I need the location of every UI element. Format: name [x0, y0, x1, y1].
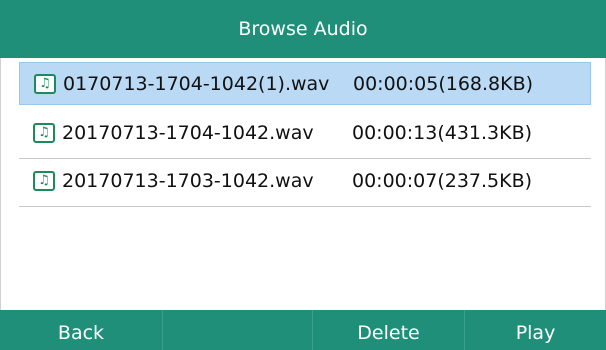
- file-info: 00:00:13(431.3KB): [352, 121, 533, 144]
- music-file-icon: ♫: [33, 170, 55, 191]
- file-info: 00:00:07(237.5KB): [352, 169, 533, 192]
- file-name: 0170713-1704-1042(1).wav: [63, 72, 330, 95]
- empty-softkey[interactable]: [163, 310, 313, 350]
- audio-file-list: ♫ 0170713-1704-1042(1).wav 00:00:05(168.…: [0, 58, 606, 310]
- audio-file-item[interactable]: ♫ 20170713-1703-1042.wav 00:00:07(237.5K…: [19, 159, 591, 207]
- phone-screen: Browse Audio ♫ 0170713-1704-1042(1).wav …: [0, 0, 606, 350]
- music-file-icon: ♫: [34, 73, 56, 94]
- file-info: 00:00:05(168.8KB): [353, 72, 534, 95]
- audio-file-item[interactable]: ♫ 0170713-1704-1042(1).wav 00:00:05(168.…: [19, 62, 591, 105]
- page-title: Browse Audio: [238, 18, 368, 40]
- file-name: 20170713-1703-1042.wav: [62, 169, 314, 192]
- softkey-bar: Back Delete Play: [0, 310, 606, 350]
- file-name: 20170713-1704-1042.wav: [62, 121, 314, 144]
- title-bar: Browse Audio: [0, 0, 606, 58]
- delete-softkey[interactable]: Delete: [313, 310, 465, 350]
- row-divider: [19, 206, 591, 207]
- play-softkey[interactable]: Play: [465, 310, 606, 350]
- music-file-icon: ♫: [33, 122, 55, 143]
- audio-file-item[interactable]: ♫ 20170713-1704-1042.wav 00:00:13(431.3K…: [19, 111, 591, 159]
- back-softkey[interactable]: Back: [0, 310, 163, 350]
